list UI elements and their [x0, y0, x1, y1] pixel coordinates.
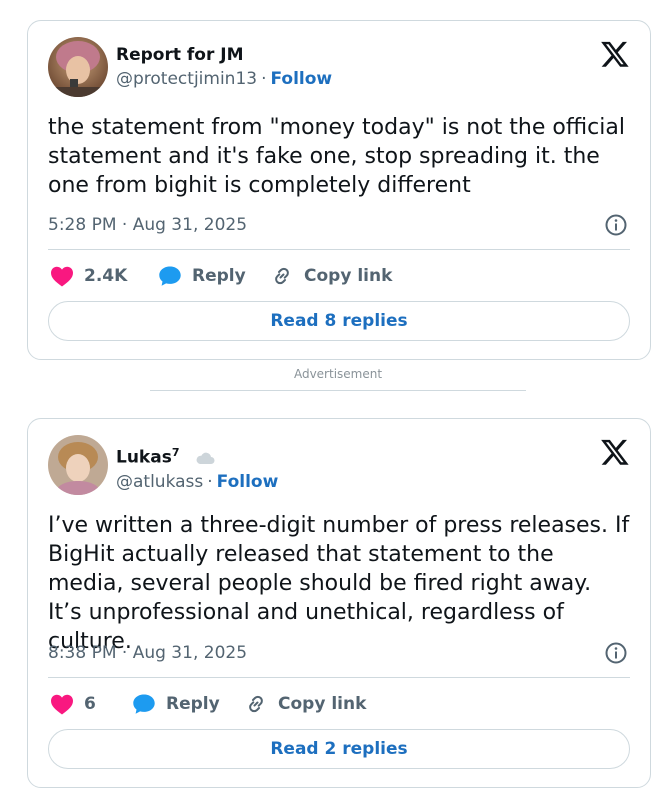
link-icon [249, 695, 263, 713]
like-count: 2.4K [84, 266, 128, 286]
advertisement-separator: Advertisement [150, 366, 526, 391]
link-icon [275, 267, 289, 285]
like-button[interactable]: 6 [50, 689, 96, 719]
heart-icon [51, 266, 73, 287]
avatar[interactable] [48, 37, 108, 97]
tweet-actions: 6 Reply Copy link [48, 689, 630, 719]
tweet-timestamp[interactable]: 8:38 PM · Aug 31, 2025 [48, 643, 247, 663]
tweet-card: Lukas7 @atlukass · Follow I’ve written a t… [27, 418, 651, 788]
display-name[interactable]: Report for JM [116, 44, 332, 66]
info-icon[interactable] [604, 213, 628, 237]
info-icon[interactable] [604, 641, 628, 665]
separator-dot: · [207, 471, 213, 492]
handle[interactable]: @atlukass [116, 472, 203, 492]
copy-link-button[interactable]: Copy link [270, 261, 392, 291]
copy-link-label: Copy link [304, 266, 393, 286]
reply-label: Reply [192, 266, 246, 286]
heart-icon [51, 694, 73, 715]
reply-bubble-icon [159, 266, 181, 286]
like-count: 6 [84, 694, 96, 714]
name-superscript: 7 [171, 446, 180, 459]
tweet-header: Report for JM @protectjimin13 · Follow [48, 37, 630, 99]
tweet-text: I’ve written a three-digit number of pre… [48, 513, 630, 654]
x-logo-icon[interactable] [600, 39, 630, 69]
tweet-timestamp[interactable]: 5:28 PM · Aug 31, 2025 [48, 215, 247, 235]
tweet-header: Lukas7 @atlukass · Follow [48, 435, 630, 497]
divider [48, 249, 630, 250]
avatar[interactable] [48, 435, 108, 495]
reply-button[interactable]: Reply [132, 689, 220, 719]
handle[interactable]: @protectjimin13 [116, 69, 257, 89]
divider [48, 677, 630, 678]
like-button[interactable]: 2.4K [50, 261, 127, 291]
reply-label: Reply [166, 694, 220, 714]
cloud-icon [196, 452, 215, 464]
copy-link-button[interactable]: Copy link [244, 689, 366, 719]
reply-button[interactable]: Reply [158, 261, 246, 291]
separator-dot: · [261, 69, 267, 89]
tweet-card: Report for JM @protectjimin13 · Follow the… [27, 20, 651, 360]
read-replies-button[interactable]: Read 2 replies [48, 729, 630, 769]
x-logo-icon[interactable] [600, 437, 630, 467]
follow-button[interactable]: Follow [217, 472, 279, 492]
follow-button[interactable]: Follow [271, 69, 333, 89]
display-name[interactable]: Lukas [116, 448, 172, 468]
read-replies-button[interactable]: Read 8 replies [48, 301, 630, 341]
reply-bubble-icon [133, 694, 155, 714]
copy-link-label: Copy link [278, 694, 367, 714]
advertisement-label: Advertisement [293, 367, 383, 381]
tweet-text: the statement from "money today" is not … [48, 115, 625, 198]
divider [150, 390, 526, 391]
tweet-actions: 2.4K Reply Copy link [48, 261, 630, 291]
